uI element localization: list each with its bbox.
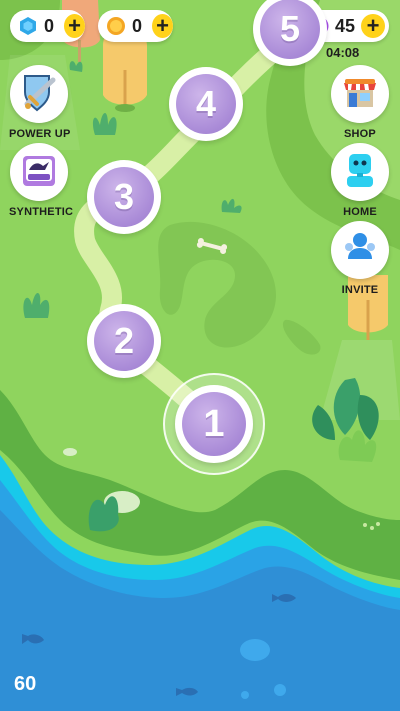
- add-gems-button[interactable]: +: [64, 14, 85, 38]
- synthetic-button[interactable]: SYNTHETIC: [9, 143, 74, 218]
- add-coins-button[interactable]: +: [152, 14, 173, 38]
- level-1-number: 1: [182, 392, 246, 456]
- synthetic-circle[interactable]: [10, 143, 68, 201]
- gold-coin-icon: [106, 16, 126, 36]
- coins-counter: 0 +: [98, 10, 173, 42]
- fps-counter: 60: [14, 673, 37, 695]
- level-4-number: 4: [176, 74, 236, 134]
- level-4-node[interactable]: 4: [169, 67, 243, 141]
- robot-home-icon: [339, 149, 381, 196]
- level-2-number: 2: [94, 311, 154, 371]
- energy-amount: 45: [335, 15, 356, 36]
- home-button[interactable]: HOME: [330, 143, 390, 218]
- shop-button[interactable]: SHOP: [330, 65, 390, 140]
- home-circle[interactable]: [331, 143, 389, 201]
- invite-circle[interactable]: [331, 221, 389, 279]
- level-5-number: 5: [260, 0, 320, 59]
- blue-gem-icon: [18, 16, 38, 36]
- energy-refill-timer: 04:08: [326, 45, 360, 60]
- card-pack-icon: [17, 148, 61, 197]
- gems-amount: 0: [44, 15, 55, 36]
- coins-amount: 0: [132, 15, 143, 36]
- invite-label: INVITE: [341, 284, 379, 296]
- shop-label: SHOP: [344, 128, 376, 140]
- level-2-node[interactable]: 2: [87, 304, 161, 378]
- invite-button[interactable]: INVITE: [330, 221, 390, 296]
- level-3-node[interactable]: 3: [87, 160, 161, 234]
- power-up-button[interactable]: POWER UP: [9, 65, 71, 140]
- add-energy-button[interactable]: +: [361, 14, 386, 38]
- shop-circle[interactable]: [331, 65, 389, 123]
- level-3-number: 3: [94, 167, 154, 227]
- home-label: HOME: [343, 206, 377, 218]
- level-1-node[interactable]: 1: [175, 385, 253, 463]
- gems-counter: 0 +: [10, 10, 85, 42]
- synthetic-label: SYNTHETIC: [9, 206, 74, 218]
- sword-shield-icon: [17, 70, 61, 119]
- power-up-label: POWER UP: [9, 128, 71, 140]
- invite-friends-icon: [339, 227, 381, 274]
- power-up-circle[interactable]: [10, 65, 68, 123]
- shop-icon: [339, 71, 381, 118]
